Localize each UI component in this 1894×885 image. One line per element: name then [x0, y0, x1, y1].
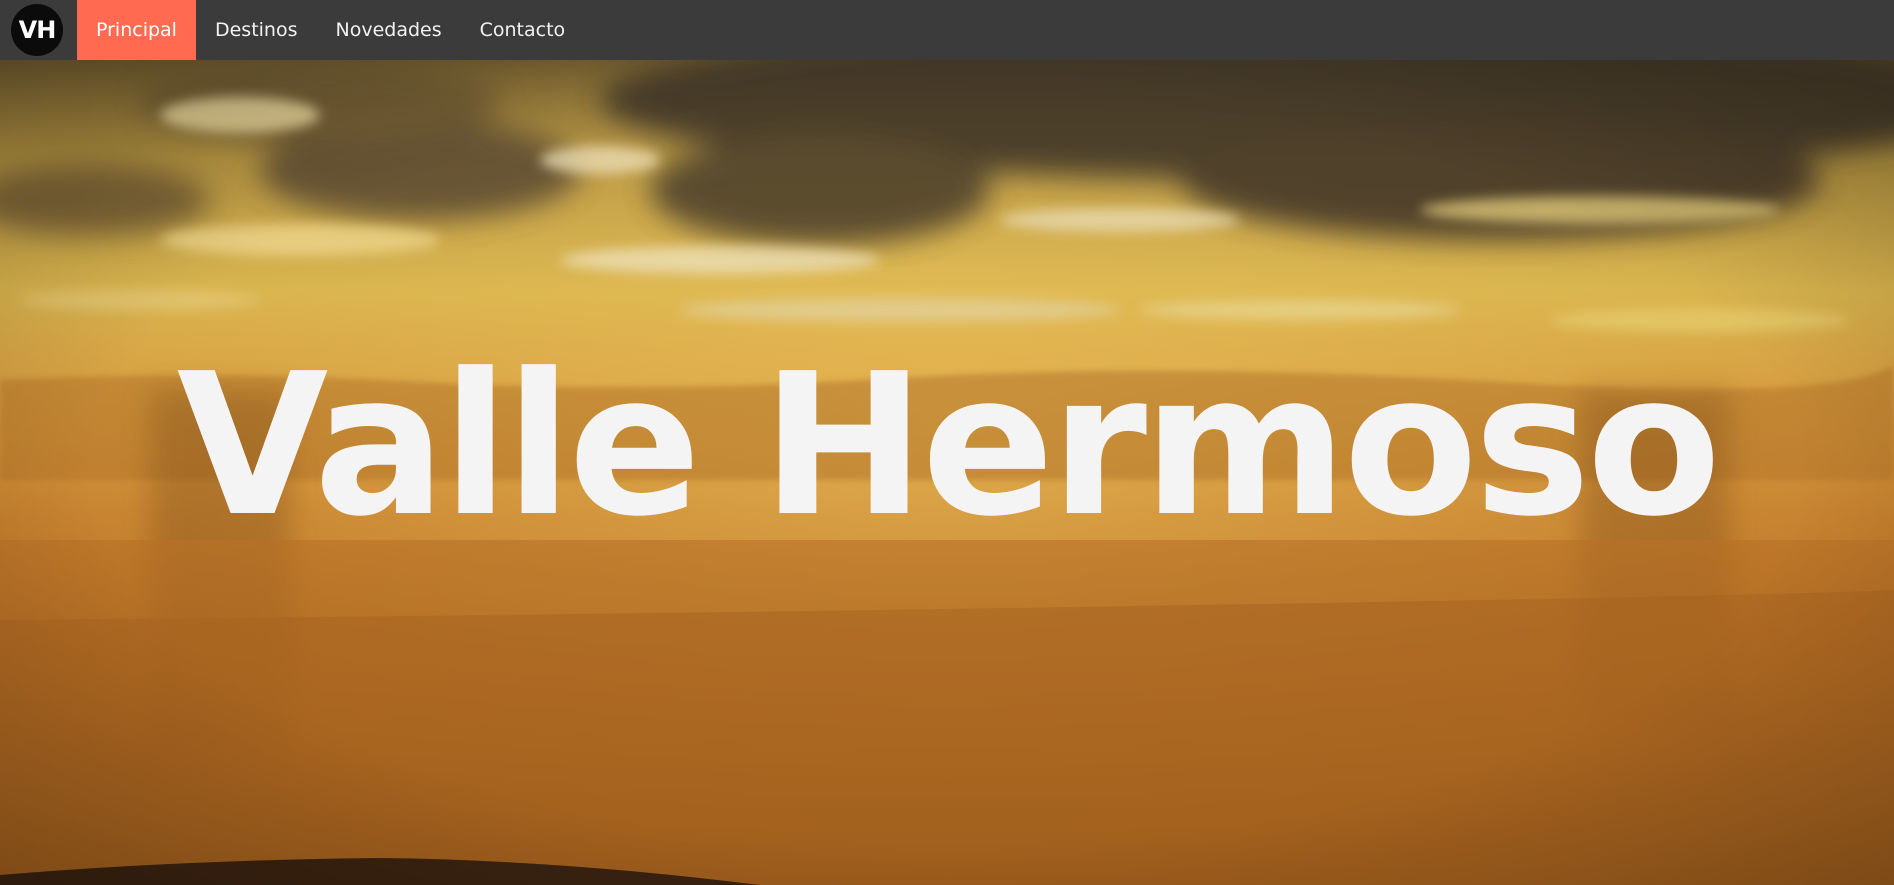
nav-link-contacto[interactable]: Contacto — [461, 0, 585, 60]
navbar: VH Principal Destinos Novedades Contacto — [0, 0, 1894, 60]
hero-section: Valle Hermoso — [0, 60, 1894, 885]
nav-link-novedades[interactable]: Novedades — [316, 0, 460, 60]
page: VH Principal Destinos Novedades Contacto — [0, 0, 1894, 885]
nav-link-principal[interactable]: Principal — [77, 0, 196, 60]
vh-logo-icon[interactable]: VH — [11, 4, 63, 56]
hero-title: Valle Hermoso — [176, 332, 1722, 560]
logo-text: VH — [18, 16, 57, 44]
nav-link-destinos[interactable]: Destinos — [196, 0, 317, 60]
